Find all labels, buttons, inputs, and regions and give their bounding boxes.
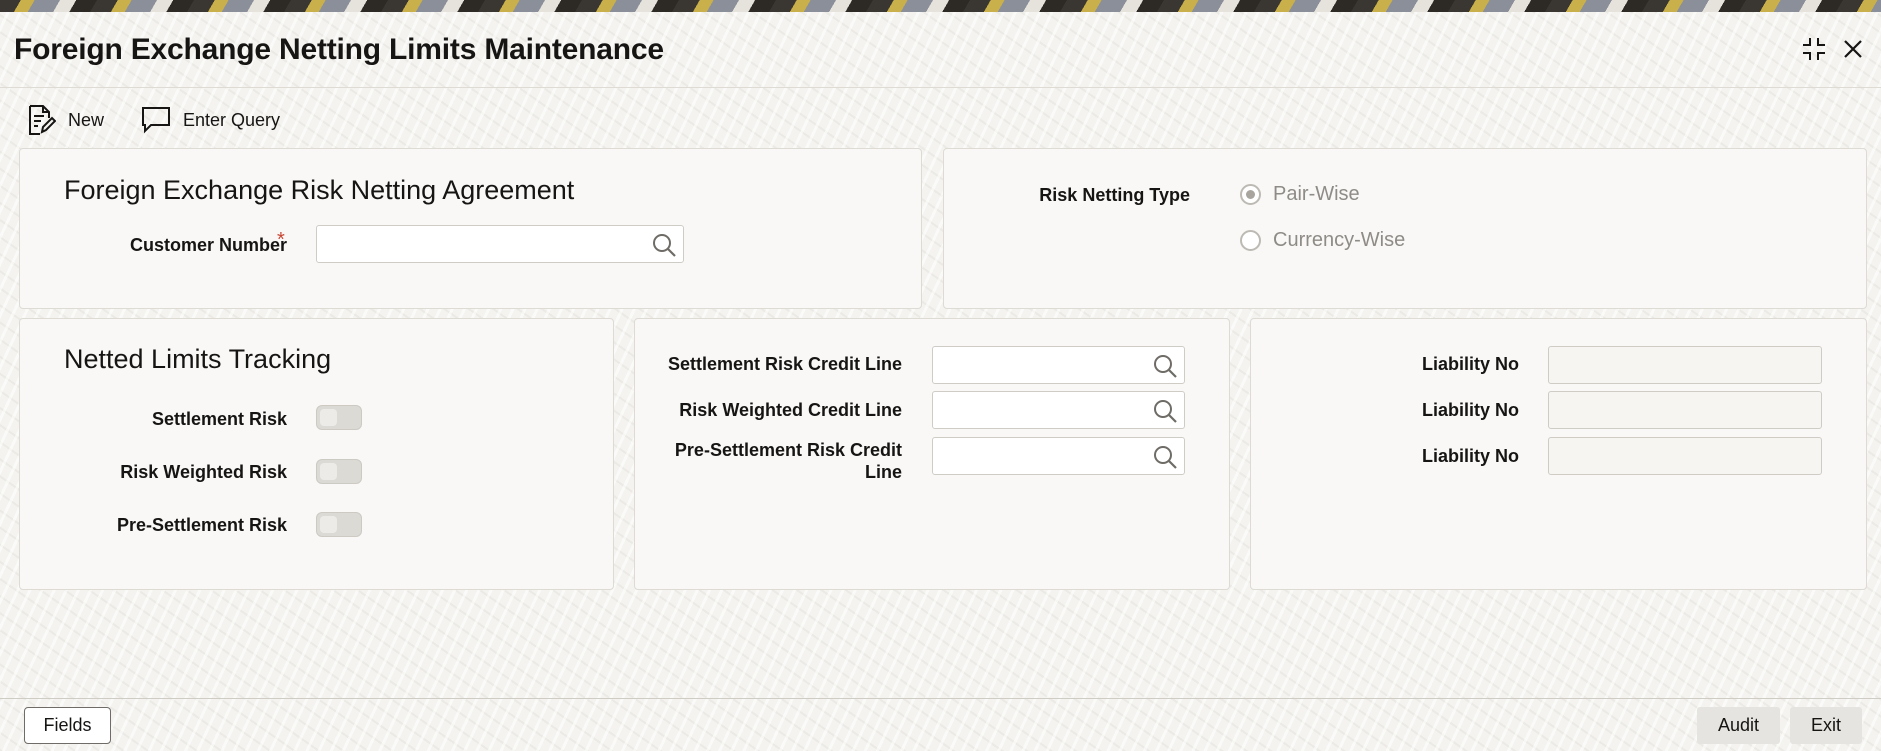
- risk-weighted-credit-line-label: Risk Weighted Credit Line: [679, 400, 902, 420]
- settlement-risk-credit-line-label: Settlement Risk Credit Line: [667, 354, 902, 374]
- search-icon[interactable]: [1152, 353, 1178, 379]
- customer-number-label: Customer Number: [129, 235, 287, 255]
- settlement-risk-credit-line-input[interactable]: [933, 347, 1144, 383]
- risk-weighted-risk-toggle[interactable]: [316, 459, 362, 484]
- settlement-risk-label: Settlement Risk: [151, 409, 287, 429]
- pre-settlement-risk-credit-line-input[interactable]: [933, 438, 1144, 474]
- radio-pair-wise[interactable]: Pair-Wise: [1240, 183, 1360, 206]
- close-icon[interactable]: [1838, 34, 1868, 64]
- radio-label-currency-wise: Currency-Wise: [1273, 229, 1406, 251]
- footer-bar: Fields Audit Exit: [0, 698, 1881, 751]
- liabilities-panel: Liability No Liability No Liability No: [1250, 318, 1867, 590]
- page-title: Foreign Exchange Netting Limits Maintena…: [14, 33, 664, 66]
- liability-no-input[interactable]: [1549, 347, 1821, 383]
- risk-weighted-risk-label: Risk Weighted Risk: [120, 462, 287, 482]
- radio-currency-wise[interactable]: Currency-Wise: [1240, 229, 1405, 252]
- tracking-section-title: Netted Limits Tracking: [64, 344, 332, 374]
- minimize-collapse-icon[interactable]: [1799, 34, 1829, 64]
- settlement-risk-toggle[interactable]: [316, 405, 362, 430]
- exit-button[interactable]: Exit: [1790, 707, 1862, 744]
- risk-netting-panel: Risk Netting Type Pair-Wise Currency-Wis…: [943, 148, 1867, 309]
- pre-settlement-risk-credit-line-label: Pre-Settlement Risk Credit Line: [674, 440, 902, 482]
- search-icon[interactable]: [651, 232, 677, 258]
- required-marker: *: [277, 229, 285, 251]
- search-icon[interactable]: [1152, 398, 1178, 424]
- agreement-panel: Foreign Exchange Risk Netting Agreement …: [19, 148, 922, 309]
- liability-no-input[interactable]: [1549, 392, 1821, 428]
- audit-button[interactable]: Audit: [1697, 707, 1780, 744]
- new-document-icon: [29, 105, 56, 135]
- liability-no-label: Liability No: [1421, 354, 1519, 374]
- decorative-header-strip: [0, 0, 1881, 12]
- risk-netting-type-label: Risk Netting Type: [1039, 185, 1190, 205]
- new-label: New: [68, 109, 105, 130]
- netted-limits-tracking-panel: Netted Limits Tracking Settlement Risk R…: [19, 318, 614, 590]
- settlement-risk-credit-line-field: [932, 346, 1185, 384]
- liability-no-field[interactable]: [1548, 391, 1822, 429]
- liability-no-field[interactable]: [1548, 437, 1822, 475]
- risk-weighted-credit-line-field: [932, 391, 1185, 429]
- radio-label-pair-wise: Pair-Wise: [1273, 183, 1360, 205]
- enter-query-label: Enter Query: [183, 109, 281, 130]
- liability-no-label: Liability No: [1421, 400, 1519, 420]
- search-icon[interactable]: [1152, 444, 1178, 470]
- liability-no-field[interactable]: [1548, 346, 1822, 384]
- radio-button-unselected[interactable]: [1240, 230, 1261, 251]
- agreement-section-title: Foreign Exchange Risk Netting Agreement: [64, 175, 575, 205]
- risk-weighted-credit-line-input[interactable]: [933, 392, 1144, 428]
- query-chat-icon: [142, 107, 170, 134]
- liability-no-input[interactable]: [1549, 438, 1821, 474]
- customer-number-field: [316, 225, 684, 263]
- radio-button-selected[interactable]: [1240, 184, 1261, 205]
- title-bar: Foreign Exchange Netting Limits Maintena…: [0, 12, 1881, 88]
- customer-number-input[interactable]: [317, 226, 643, 262]
- fields-button[interactable]: Fields: [24, 707, 111, 744]
- pre-settlement-risk-credit-line-field: [932, 437, 1185, 475]
- enter-query-button[interactable]: Enter Query: [141, 98, 280, 142]
- pre-settlement-risk-label: Pre-Settlement Risk: [116, 515, 287, 535]
- toolbar: New Enter Query: [0, 98, 600, 142]
- pre-settlement-risk-toggle[interactable]: [316, 512, 362, 537]
- new-button[interactable]: New: [26, 98, 104, 142]
- liability-no-label: Liability No: [1421, 446, 1519, 466]
- credit-lines-panel: Settlement Risk Credit Line Risk Weighte…: [634, 318, 1230, 590]
